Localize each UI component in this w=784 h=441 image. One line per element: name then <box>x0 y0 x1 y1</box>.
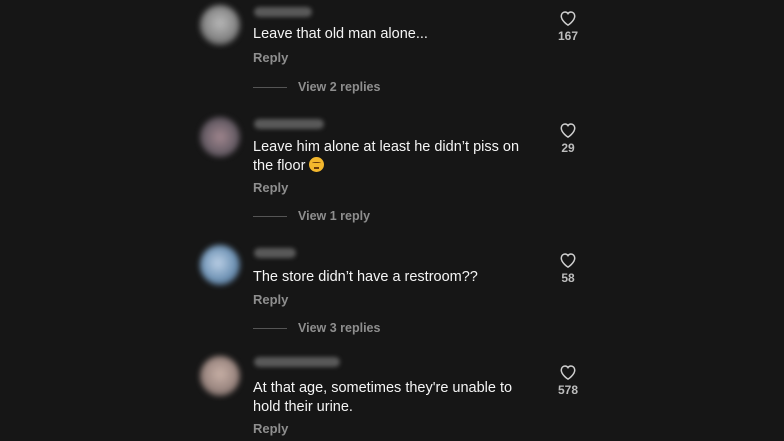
avatar[interactable] <box>200 356 240 396</box>
view-replies-label: View 1 reply <box>298 209 371 223</box>
view-replies-button[interactable]: View 2 replies <box>253 79 380 95</box>
like-count: 58 <box>561 271 575 285</box>
avatar[interactable] <box>200 245 240 285</box>
avatar[interactable] <box>200 117 240 157</box>
like-button[interactable]: 58 <box>552 252 584 285</box>
divider-line <box>253 327 287 329</box>
username-blurred[interactable] <box>254 357 340 367</box>
like-count: 29 <box>561 141 575 155</box>
comment-text: The store didn’t have a restroom?? <box>253 269 478 285</box>
view-replies-label: View 3 replies <box>298 321 381 335</box>
like-button[interactable]: 578 <box>552 364 584 397</box>
like-count: 578 <box>557 383 579 397</box>
avatar[interactable] <box>200 5 240 45</box>
heart-outline-icon <box>560 11 576 26</box>
like-count: 167 <box>557 29 579 43</box>
like-button[interactable]: 167 <box>552 10 584 43</box>
comment-text-content: Leave him alone at least he didn’t piss … <box>253 139 520 174</box>
unamused-face-emoji <box>309 157 325 172</box>
divider-line <box>253 215 287 217</box>
comment-text: At that age, sometimes they're unable to… <box>253 380 513 415</box>
username-blurred[interactable] <box>254 7 312 17</box>
comment-text: Leave him alone at least he didn’t piss … <box>253 138 543 176</box>
reply-button[interactable]: Reply <box>253 50 288 65</box>
heart-outline-icon <box>560 365 576 380</box>
comment-text: Leave that old man alone... <box>253 26 428 42</box>
reply-button[interactable]: Reply <box>253 421 288 436</box>
username-blurred[interactable] <box>254 119 324 129</box>
username-blurred[interactable] <box>254 248 296 258</box>
view-replies-button[interactable]: View 3 replies <box>253 320 380 336</box>
like-button[interactable]: 29 <box>552 122 584 155</box>
divider-line <box>253 86 287 88</box>
view-replies-label: View 2 replies <box>298 80 381 94</box>
reply-button[interactable]: Reply <box>253 180 288 195</box>
reply-button[interactable]: Reply <box>253 292 288 307</box>
heart-outline-icon <box>560 123 576 138</box>
comments-screen: Leave that old man alone... Reply View 2… <box>0 0 784 441</box>
view-replies-button[interactable]: View 1 reply <box>253 208 370 224</box>
heart-outline-icon <box>560 253 576 268</box>
